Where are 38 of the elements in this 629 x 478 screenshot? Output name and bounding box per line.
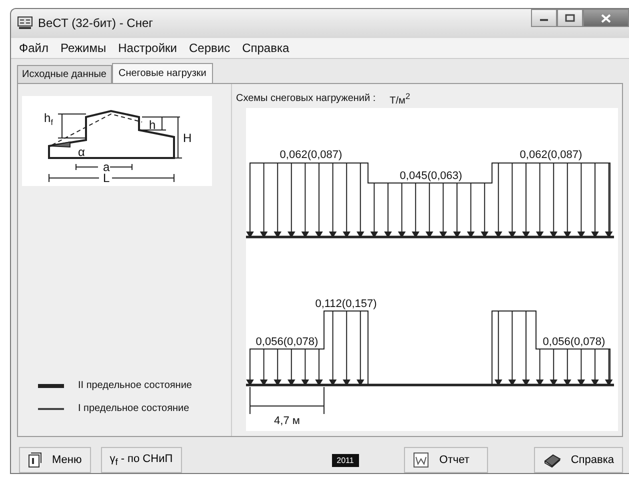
close-button[interactable]	[583, 9, 629, 27]
tab[interactable]: Исходные данные	[17, 64, 112, 83]
dimension-label: α	[78, 144, 85, 159]
close-icon	[601, 14, 611, 22]
units-label: Т/м$^{2}$	[390, 91, 410, 107]
schemes-title: Схемы снеговых нагружений :	[236, 93, 376, 104]
word-document-icon	[413, 452, 430, 468]
document-icon	[28, 452, 42, 468]
load-value-label: 0,045(0,063)	[400, 170, 462, 182]
menu-item[interactable]: Настройки	[118, 40, 177, 55]
load-value-label: 0,056(0,078)	[256, 336, 318, 348]
app-logo-icon	[17, 16, 33, 30]
dimension-label: H	[183, 130, 192, 145]
menu-item[interactable]: Сервис	[188, 40, 230, 55]
dimension-label: 4,7 м	[274, 414, 300, 427]
maximize-button[interactable]	[557, 9, 583, 27]
toolbar-button[interactable]: Справка	[534, 447, 623, 473]
menu-item[interactable]: Режимы	[60, 40, 106, 55]
dimension-label: h$_{f}$	[44, 110, 53, 127]
load-value-label: 0,062(0,087)	[280, 148, 342, 161]
toolbar-button[interactable]: γ$_{f}$ - по СНиП	[100, 447, 182, 473]
toolbar-button[interactable]: Меню	[19, 447, 91, 473]
toolbar-button[interactable]: Отчет	[404, 447, 488, 473]
tab[interactable]: Снеговые нагрузки	[112, 62, 214, 84]
dimension-label: h	[149, 118, 156, 132]
legend-line	[38, 408, 64, 410]
load-value-label: 0,112(0,157)	[315, 298, 377, 310]
book-icon	[542, 452, 561, 468]
legend-label: II предельное состояние	[78, 380, 192, 391]
minimize-button[interactable]	[531, 9, 557, 27]
load-value-label: 0,056(0,078)	[542, 336, 606, 348]
menu-item[interactable]: Файл	[19, 40, 49, 55]
legend-label: I предельное состояние	[78, 403, 190, 414]
year-badge: 2011	[332, 454, 359, 466]
window-title: ВеСТ (32-бит) - Снег	[38, 16, 154, 30]
menu-item[interactable]: Справка	[242, 40, 290, 55]
maximize-icon	[565, 14, 575, 22]
load-value-label: 0,062(0,087)	[520, 148, 582, 161]
